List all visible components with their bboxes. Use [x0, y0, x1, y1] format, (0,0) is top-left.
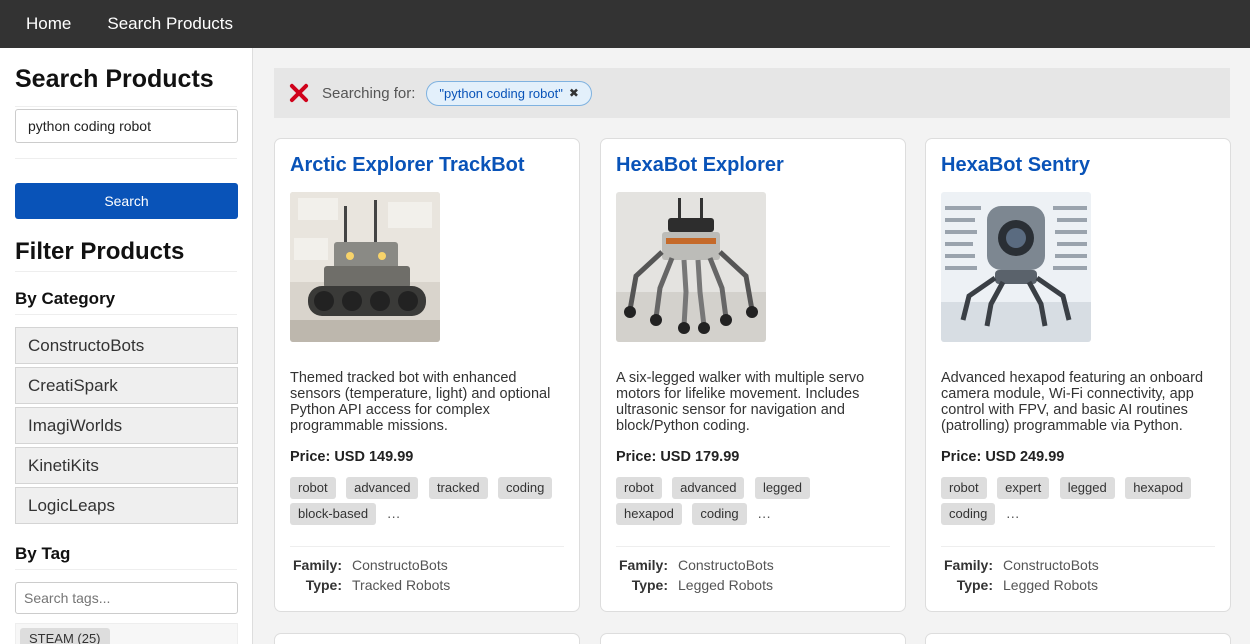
family-label: Family:	[943, 557, 993, 573]
product-tags: robot expert legged hexapod coding …	[941, 477, 1217, 529]
product-card: HexaBot Sentry Advanced hexapod featurin…	[925, 138, 1231, 612]
product-meta: Family: ConstructoBots Type: Tracked Rob…	[290, 546, 564, 597]
product-card: HexaBot Explorer A six-legged walker wit…	[600, 138, 906, 612]
product-image[interactable]	[616, 192, 766, 342]
family-label: Family:	[618, 557, 668, 573]
product-tag[interactable]: hexapod	[1125, 477, 1192, 499]
more-tags-ellipsis[interactable]: …	[1006, 505, 1020, 521]
divider	[15, 158, 237, 159]
type-value: Legged Robots	[1003, 577, 1098, 593]
tag-filter-list: STEAM (25)	[15, 623, 238, 644]
search-query-text: "python coding robot"	[439, 85, 563, 101]
product-tag[interactable]: block-based	[290, 503, 377, 525]
product-tag[interactable]: hexapod	[616, 503, 682, 525]
product-description: A six-legged walker with multiple servo …	[616, 370, 865, 434]
category-item-kinetikits[interactable]: KinetiKits	[15, 447, 238, 484]
product-card-partial	[600, 633, 906, 644]
product-meta: Family: ConstructoBots Type: Legged Robo…	[941, 546, 1215, 597]
product-tag[interactable]: advanced	[346, 477, 419, 499]
search-button[interactable]: Search	[15, 183, 238, 219]
nav-home-link[interactable]: Home	[26, 14, 71, 34]
tag-filter-steam[interactable]: STEAM (25)	[20, 628, 110, 644]
product-description: Themed tracked bot with enhanced sensors…	[290, 370, 551, 434]
product-image[interactable]	[290, 192, 440, 342]
product-tag[interactable]: tracked	[428, 477, 488, 499]
product-description: Advanced hexapod featuring an onboard ca…	[941, 370, 1204, 434]
product-tag[interactable]: robot	[616, 477, 662, 499]
product-price: Price: USD 149.99	[290, 449, 414, 465]
family-label: Family:	[292, 557, 342, 573]
product-price: Price: USD 249.99	[941, 449, 1065, 465]
product-tags: robot advanced tracked coding block-base…	[290, 477, 566, 529]
product-title[interactable]: Arctic Explorer TrackBot	[290, 154, 564, 178]
product-tag[interactable]: legged	[1059, 477, 1115, 499]
product-tag[interactable]: legged	[754, 477, 810, 499]
product-tag[interactable]: advanced	[672, 477, 745, 499]
family-value: ConstructoBots	[678, 557, 774, 573]
search-query-pill[interactable]: "python coding robot" ✖	[426, 80, 592, 106]
more-tags-ellipsis[interactable]: …	[757, 505, 771, 521]
product-tag[interactable]: coding	[498, 477, 553, 499]
type-label: Type:	[956, 577, 993, 593]
nav-search-products-link[interactable]: Search Products	[107, 14, 233, 34]
product-title[interactable]: HexaBot Explorer	[616, 154, 890, 178]
category-list: ConstructoBots CreatiSpark ImagiWorlds K…	[15, 327, 238, 524]
product-card-partial	[274, 633, 580, 644]
more-tags-ellipsis[interactable]: …	[387, 505, 401, 521]
category-item-imagiworlds[interactable]: ImagiWorlds	[15, 407, 238, 444]
family-value: ConstructoBots	[352, 557, 448, 573]
product-tag[interactable]: coding	[692, 503, 747, 525]
product-card: Arctic Explorer TrackBot Themed tracked …	[274, 138, 580, 612]
tag-search-input[interactable]	[15, 582, 238, 614]
search-status-bar: Searching for: "python coding robot" ✖	[274, 68, 1230, 118]
main-content: Searching for: "python coding robot" ✖ A…	[254, 48, 1250, 644]
searching-label: Searching for:	[322, 84, 416, 102]
product-title[interactable]: HexaBot Sentry	[941, 154, 1215, 178]
product-tag[interactable]: expert	[997, 477, 1050, 499]
product-tags: robot advanced legged hexapod coding …	[616, 477, 892, 529]
category-item-logicleaps[interactable]: LogicLeaps	[15, 487, 238, 524]
search-input[interactable]	[15, 109, 238, 143]
sidebar-title: Search Products	[15, 65, 237, 107]
product-card-partial	[925, 633, 1231, 644]
by-category-heading: By Category	[15, 289, 237, 315]
product-tag[interactable]: coding	[941, 503, 996, 525]
type-value: Tracked Robots	[352, 577, 451, 593]
sidebar: Search Products Search Filter Products B…	[0, 48, 253, 644]
product-image[interactable]	[941, 192, 1091, 342]
product-meta: Family: ConstructoBots Type: Legged Robo…	[616, 546, 890, 597]
type-value: Legged Robots	[678, 577, 773, 593]
remove-query-icon[interactable]: ✖	[569, 86, 579, 100]
family-value: ConstructoBots	[1003, 557, 1099, 573]
filter-title: Filter Products	[15, 238, 237, 272]
product-price: Price: USD 179.99	[616, 449, 740, 465]
top-nav: Home Search Products	[0, 0, 1250, 48]
product-tag[interactable]: robot	[290, 477, 336, 499]
category-item-constructobots[interactable]: ConstructoBots	[15, 327, 238, 364]
clear-search-icon[interactable]	[287, 81, 311, 105]
type-label: Type:	[305, 577, 342, 593]
by-tag-heading: By Tag	[15, 544, 237, 570]
product-tag[interactable]: robot	[941, 477, 987, 499]
type-label: Type:	[631, 577, 668, 593]
category-item-creatispark[interactable]: CreatiSpark	[15, 367, 238, 404]
